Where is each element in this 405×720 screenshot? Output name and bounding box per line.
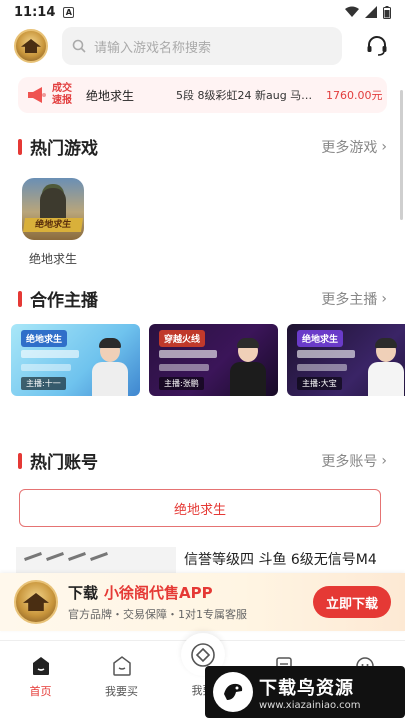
notification-icon: A [63,6,75,18]
promo-app-name: 小徐阁代售APP [104,584,213,602]
site-watermark: 下载鸟资源 www.xiazainiao.com [205,666,405,718]
more-label: 更多主播 [321,291,378,308]
listing-thumbnail [16,547,176,573]
section-hot-games: 热门游戏 更多游戏 › [18,134,387,159]
home-icon [32,657,49,675]
streamer-card-tag: 绝地求生 [21,330,68,347]
streamer-card-tag: 穿越火线 [159,330,206,347]
section-streamers: 合作主播 更多主播 › [18,286,387,311]
chevron-right-icon: › [381,290,387,307]
streamer-carousel[interactable]: 绝地求生 主播:十一 穿越火线 主播:张鹏 绝地求生 主播:大宝 [11,324,405,396]
status-bar: 11:14 A [0,0,405,24]
deal-game: 绝地求生 [86,88,135,103]
watermark-logo-icon [213,672,253,712]
promo-tagline: 官方品牌・交易保障・1对1专属客服 [68,608,247,621]
deal-badge-line2: 速报 [52,95,72,106]
streamer-card-host: 主播:张鹏 [159,377,204,390]
game-icon-logo: 绝地求生 [23,218,83,232]
game-tile[interactable]: 绝地求生 绝地求生 [22,178,84,267]
watermark-url: www.xiazainiao.com [259,699,361,711]
streamer-card-host: 主播:十一 [21,377,66,390]
download-now-button[interactable]: 立即下载 [313,586,391,618]
streamer-card-tag: 绝地求生 [297,330,344,347]
more-games-link[interactable]: 更多游戏 › [321,137,387,157]
chevron-right-icon: › [381,452,387,469]
search-icon [72,39,86,53]
streamer-card[interactable]: 绝地求生 主播:大宝 [287,324,405,396]
header: 请输入游戏名称搜索 [0,24,405,68]
deal-description: 5段 8级彩虹24 新aug 马… [176,89,313,102]
pubg-game-icon: 绝地求生 [22,178,84,240]
cart-icon [112,656,131,676]
battery-icon [383,5,391,19]
tab-home[interactable]: 首页 [6,655,76,720]
promo-prefix: 下载 [68,584,99,602]
tab-label: 首页 [29,685,52,698]
account-game-filter[interactable]: 绝地求生 [19,489,381,527]
streamer-card[interactable]: 穿越火线 主播:张鹏 [149,324,278,396]
more-label: 更多账号 [321,453,378,470]
wifi-icon [345,6,359,17]
watermark-title: 下载鸟资源 [259,677,354,699]
streamer-photo [368,338,404,396]
account-listing[interactable]: 信誉等级四 斗鱼 6级无信号M4 [16,547,405,573]
tab-buy[interactable]: 我要买 [87,655,157,720]
deal-badge: 成交 速报 [18,77,78,113]
status-time: 11:14 [14,4,56,20]
download-promo-banner[interactable]: 下载 小徐阁代售APP 官方品牌・交易保障・1对1专属客服 立即下载 [0,573,405,631]
streamer-photo [230,338,266,396]
customer-service-button[interactable] [363,32,391,60]
streamer-card[interactable]: 绝地求生 主播:十一 [11,324,140,396]
section-title: 合作主播 [30,291,98,311]
game-name: 绝地求生 [28,252,77,266]
section-marker [18,452,22,469]
sell-icon [190,642,215,667]
more-accounts-link[interactable]: 更多账号 › [321,451,387,471]
headset-icon [367,36,387,56]
signal-icon [365,6,377,18]
section-marker [18,290,22,307]
app-logo[interactable] [14,29,48,63]
section-hot-accounts: 热门账号 更多账号 › [18,448,387,473]
search-placeholder: 请输入游戏名称搜索 [94,40,212,56]
megaphone-icon [28,87,46,103]
promo-logo [14,580,58,624]
listing-title: 信誉等级四 斗鱼 6级无信号M4 [184,552,377,568]
more-streamers-link[interactable]: 更多主播 › [321,289,387,309]
deal-badge-line1: 成交 [52,83,72,94]
section-title: 热门账号 [30,453,98,473]
streamer-card-host: 主播:大宝 [297,377,342,390]
tab-label: 我要买 [105,685,138,698]
section-title: 热门游戏 [30,139,98,159]
more-label: 更多游戏 [321,139,378,156]
section-marker [18,138,22,155]
chevron-right-icon: › [381,138,387,155]
deal-ticker[interactable]: 成交 速报 绝地求生 5段 8级彩虹24 新aug 马… 1760.00元 [18,77,387,113]
search-input[interactable]: 请输入游戏名称搜索 [62,27,342,65]
deal-price: 1760.00元 [326,89,383,102]
scrollbar[interactable] [400,90,403,220]
streamer-photo [92,338,128,396]
